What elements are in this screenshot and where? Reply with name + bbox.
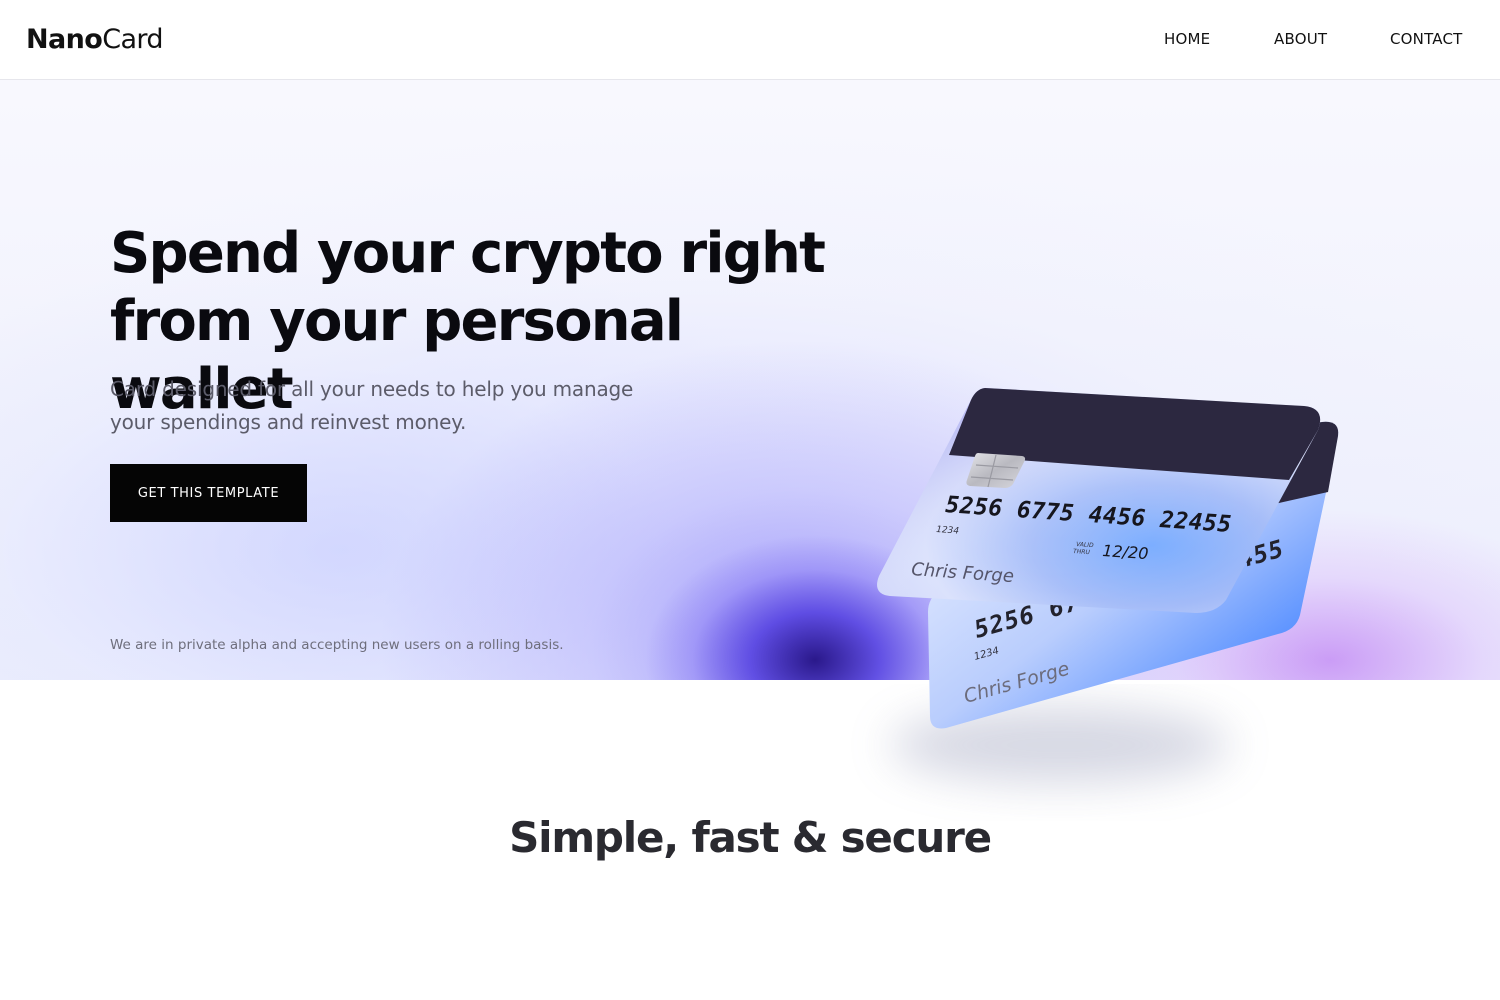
site-header: Nano Card HOME ABOUT CONTACT	[0, 0, 1500, 80]
hero-subtitle: Card designed for all your needs to help…	[110, 373, 670, 439]
logo[interactable]: Nano Card	[26, 24, 164, 55]
nav-link-about[interactable]: ABOUT	[1274, 30, 1327, 48]
get-template-button[interactable]: GET THIS TEMPLATE	[110, 464, 307, 522]
hero-subtitle-line-1: Card designed for all your needs to help…	[110, 377, 634, 401]
private-alpha-note: We are in private alpha and accepting ne…	[110, 637, 564, 653]
features-section: Simple, fast & secure	[0, 680, 1500, 1000]
features-title: Simple, fast & secure	[509, 813, 992, 862]
nav-link-contact[interactable]: CONTACT	[1390, 30, 1463, 48]
logo-bold-text: Nano	[26, 24, 103, 55]
logo-light-text: Card	[102, 24, 163, 55]
nav-link-home[interactable]: HOME	[1164, 30, 1210, 48]
hero-subtitle-line-2: your spendings and reinvest money.	[110, 410, 467, 434]
hero-headline-line-1: Spend your crypto right	[110, 221, 826, 286]
